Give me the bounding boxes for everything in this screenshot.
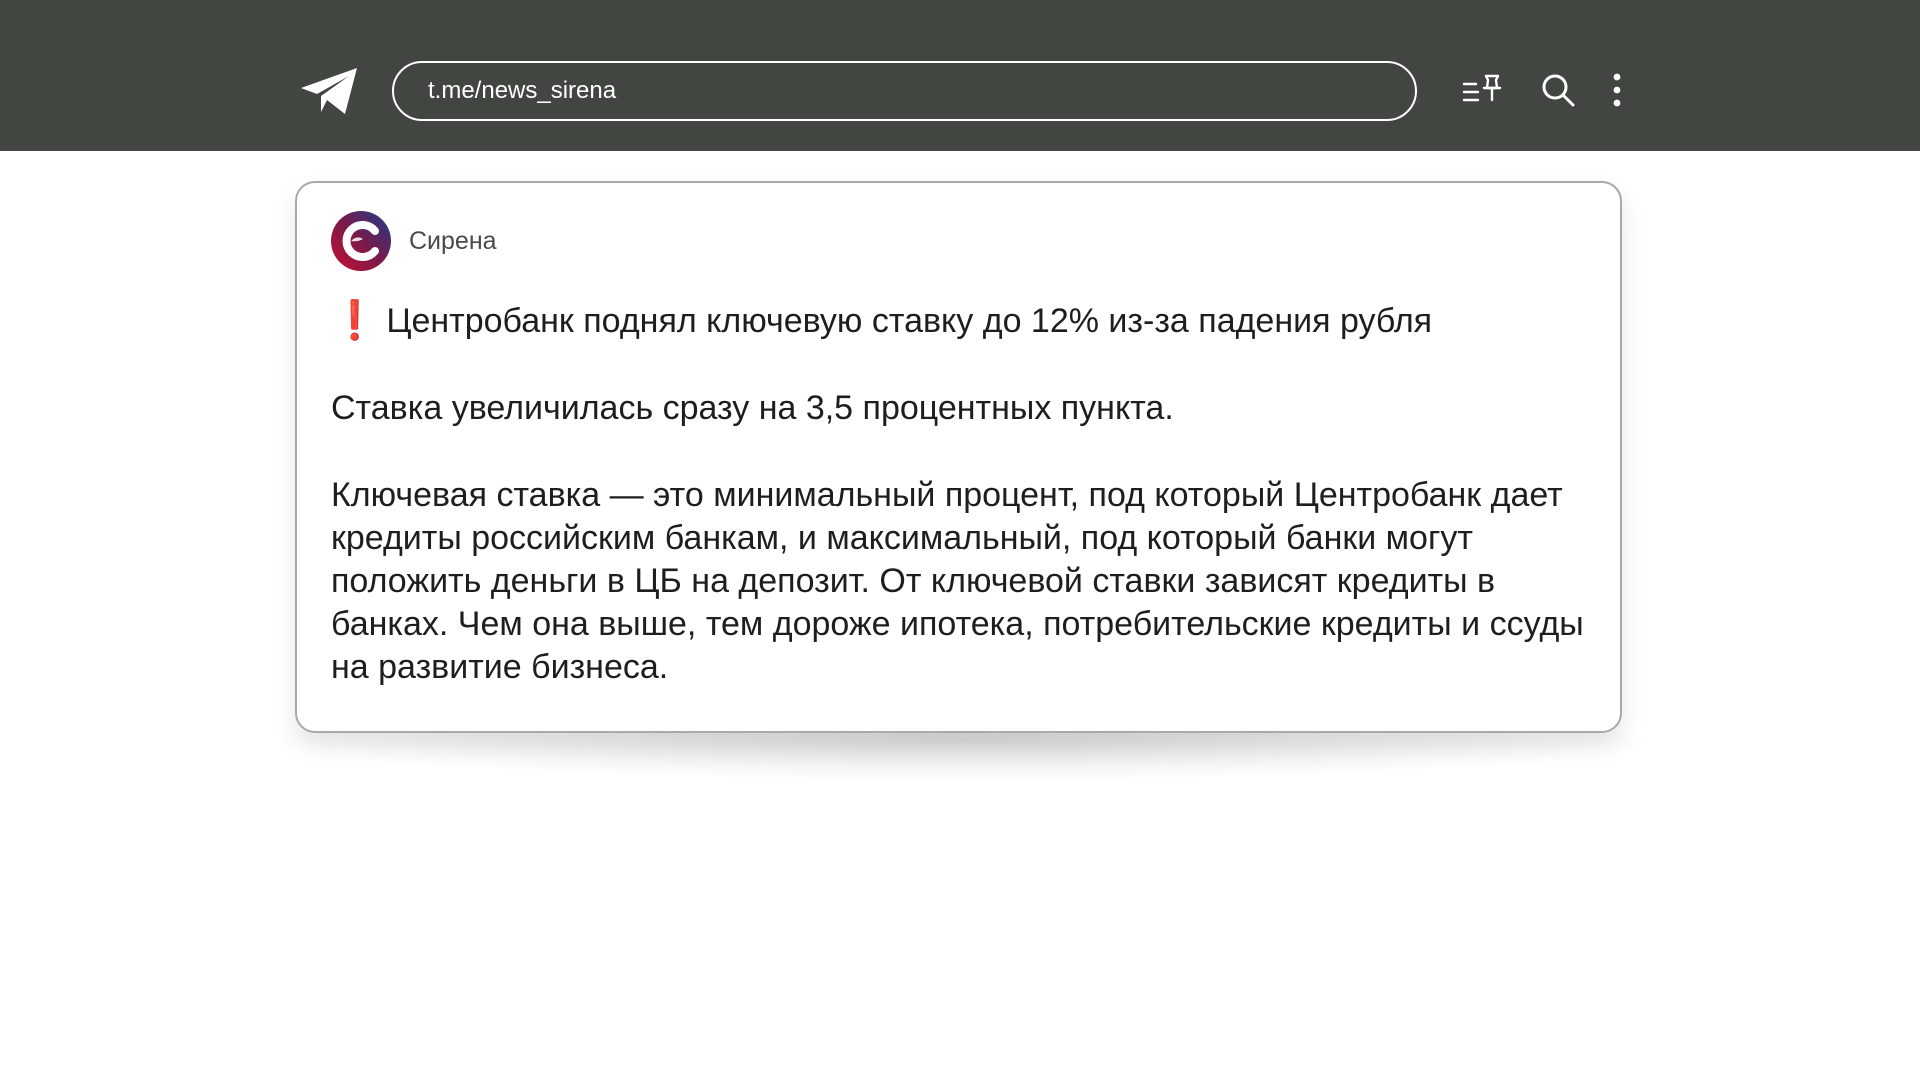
channel-name[interactable]: Сирена [409, 227, 497, 256]
more-vertical-icon[interactable] [1611, 72, 1623, 108]
headline-text: Центробанк поднял ключевую ставку до 12%… [386, 301, 1433, 340]
search-icon[interactable] [1540, 72, 1576, 108]
url-text: t.me/news_sirena [428, 77, 617, 104]
top-bar: t.me/news_sirena [0, 0, 1920, 151]
pinned-list-icon[interactable] [1462, 72, 1502, 110]
url-bar[interactable]: t.me/news_sirena [392, 61, 1417, 121]
post-headline: ❗ Центробанк поднял ключевую ставку до 1… [331, 299, 1432, 343]
channel-avatar[interactable] [331, 211, 391, 271]
exclamation-icon: ❗ [331, 300, 379, 342]
post-paragraph: Ключевая ставка — это минимальный процен… [331, 476, 1584, 686]
telegram-logo-icon[interactable] [299, 66, 361, 116]
post-paragraph: Ставка увеличилась сразу на 3,5 процентн… [331, 389, 1174, 427]
post-card: Сирена ❗ Центробанк поднял ключевую став… [295, 181, 1622, 733]
